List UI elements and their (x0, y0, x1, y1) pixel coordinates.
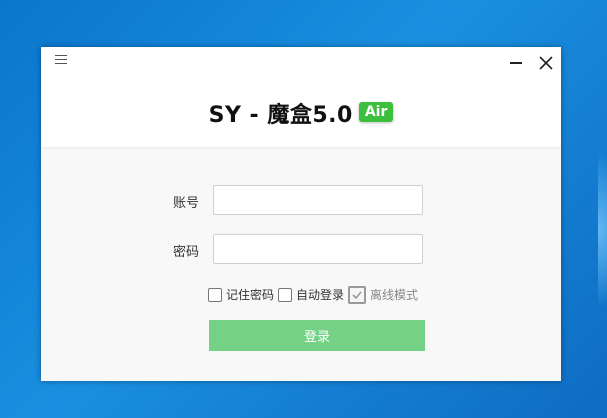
close-button[interactable] (535, 53, 557, 73)
password-input[interactable] (213, 234, 423, 264)
offline-mode-label[interactable]: 离线模式 (370, 286, 418, 303)
window-header: SY - 魔盒5.0 Air (41, 47, 561, 147)
minimize-icon (510, 62, 522, 64)
login-options: 记住密码 自动登录 离线模式 (208, 284, 422, 304)
app-title: SY - 魔盒5.0 (208, 103, 353, 128)
checkmark-icon (352, 290, 362, 299)
login-button[interactable]: 登录 (209, 320, 425, 351)
password-label: 密码 (173, 245, 200, 260)
auto-login-label[interactable]: 自动登录 (296, 286, 344, 303)
desktop-light-glow (598, 150, 607, 310)
app-title-row: SY - 魔盒5.0 Air (41, 97, 561, 129)
minimize-button[interactable] (505, 53, 527, 73)
hamburger-icon[interactable] (55, 55, 67, 65)
remember-password-label[interactable]: 记住密码 (226, 286, 274, 303)
desktop-background: SY - 魔盒5.0 Air 账号 密码 记住密码 自动登录 离线模式 登录 (0, 0, 607, 418)
version-badge: Air (358, 102, 394, 122)
offline-mode-checkbox[interactable] (348, 285, 367, 304)
auto-login-checkbox[interactable] (278, 287, 293, 302)
close-icon (539, 56, 553, 70)
account-input[interactable] (213, 185, 423, 215)
account-label: 账号 (173, 196, 200, 211)
login-window: SY - 魔盒5.0 Air 账号 密码 记住密码 自动登录 离线模式 登录 (41, 47, 561, 381)
remember-password-checkbox[interactable] (208, 287, 222, 302)
